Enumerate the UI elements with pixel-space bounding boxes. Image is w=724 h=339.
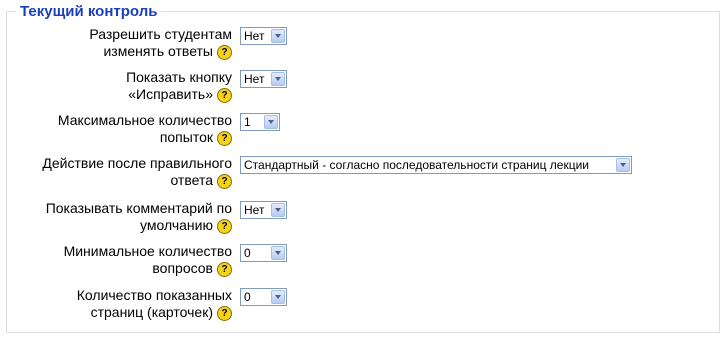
- label-line: Показывать комментарий по: [45, 200, 232, 216]
- min-questions-select[interactable]: 0: [240, 244, 287, 262]
- chevron-down-icon[interactable]: [271, 203, 285, 217]
- chevron-down-icon[interactable]: [271, 290, 285, 304]
- field-label: Количество показанных страниц (карточек)…: [2, 287, 232, 321]
- field-label: Минимальное количество вопросов?: [2, 243, 232, 277]
- label-line: умолчанию: [140, 217, 213, 233]
- select-value: Нет: [244, 72, 265, 86]
- label-line: Минимальное количество: [63, 243, 232, 259]
- after-correct-select[interactable]: Стандартный - согласно последовательност…: [240, 156, 632, 174]
- help-icon[interactable]: ?: [217, 87, 232, 103]
- field-label: Показать кнопку «Исправить»?: [2, 69, 232, 103]
- allow-change-select[interactable]: Нет: [240, 27, 287, 45]
- help-icon[interactable]: ?: [217, 305, 232, 321]
- chevron-down-icon[interactable]: [264, 115, 278, 129]
- label-line: изменять ответы: [103, 43, 213, 59]
- field-label: Показывать комментарий по умолчанию?: [2, 200, 232, 234]
- label-line: вопросов: [152, 260, 213, 276]
- default-feedback-select[interactable]: Нет: [240, 201, 287, 219]
- chevron-down-icon[interactable]: [271, 29, 285, 43]
- label-line: страниц (карточек): [90, 304, 213, 320]
- field-label: Разрешить студентам изменять ответы?: [2, 26, 232, 60]
- select-value: 0: [244, 290, 251, 304]
- pages-shown-select[interactable]: 0: [240, 288, 287, 306]
- section-legend: Текущий контроль: [16, 3, 162, 20]
- label-line: Количество показанных: [76, 287, 232, 303]
- select-value: 0: [244, 246, 251, 260]
- label-line: ответа: [170, 172, 213, 188]
- label-line: Действие после правильного: [42, 155, 232, 171]
- field-label: Действие после правильного ответа?: [2, 155, 232, 189]
- select-value: 1: [244, 115, 251, 129]
- label-line: Максимальное количество: [57, 112, 232, 128]
- max-attempts-select[interactable]: 1: [240, 113, 280, 131]
- chevron-down-icon[interactable]: [616, 158, 630, 172]
- show-correct-select[interactable]: Нет: [240, 70, 287, 88]
- legend-divider: [168, 11, 430, 12]
- label-line: Разрешить студентам: [89, 26, 232, 42]
- select-value: Нет: [244, 203, 265, 217]
- help-icon[interactable]: ?: [217, 261, 232, 277]
- label-line: попыток: [159, 129, 213, 145]
- help-icon[interactable]: ?: [217, 218, 232, 234]
- help-icon[interactable]: ?: [217, 130, 232, 146]
- chevron-down-icon[interactable]: [271, 72, 285, 86]
- select-value: Нет: [244, 29, 265, 43]
- field-label: Максимальное количество попыток?: [2, 112, 232, 146]
- help-icon[interactable]: ?: [217, 173, 232, 189]
- label-line: «Исправить»: [128, 86, 213, 102]
- label-line: Показать кнопку: [126, 69, 232, 85]
- help-icon[interactable]: ?: [217, 44, 232, 60]
- select-value: Стандартный - согласно последовательност…: [244, 158, 589, 172]
- chevron-down-icon[interactable]: [271, 246, 285, 260]
